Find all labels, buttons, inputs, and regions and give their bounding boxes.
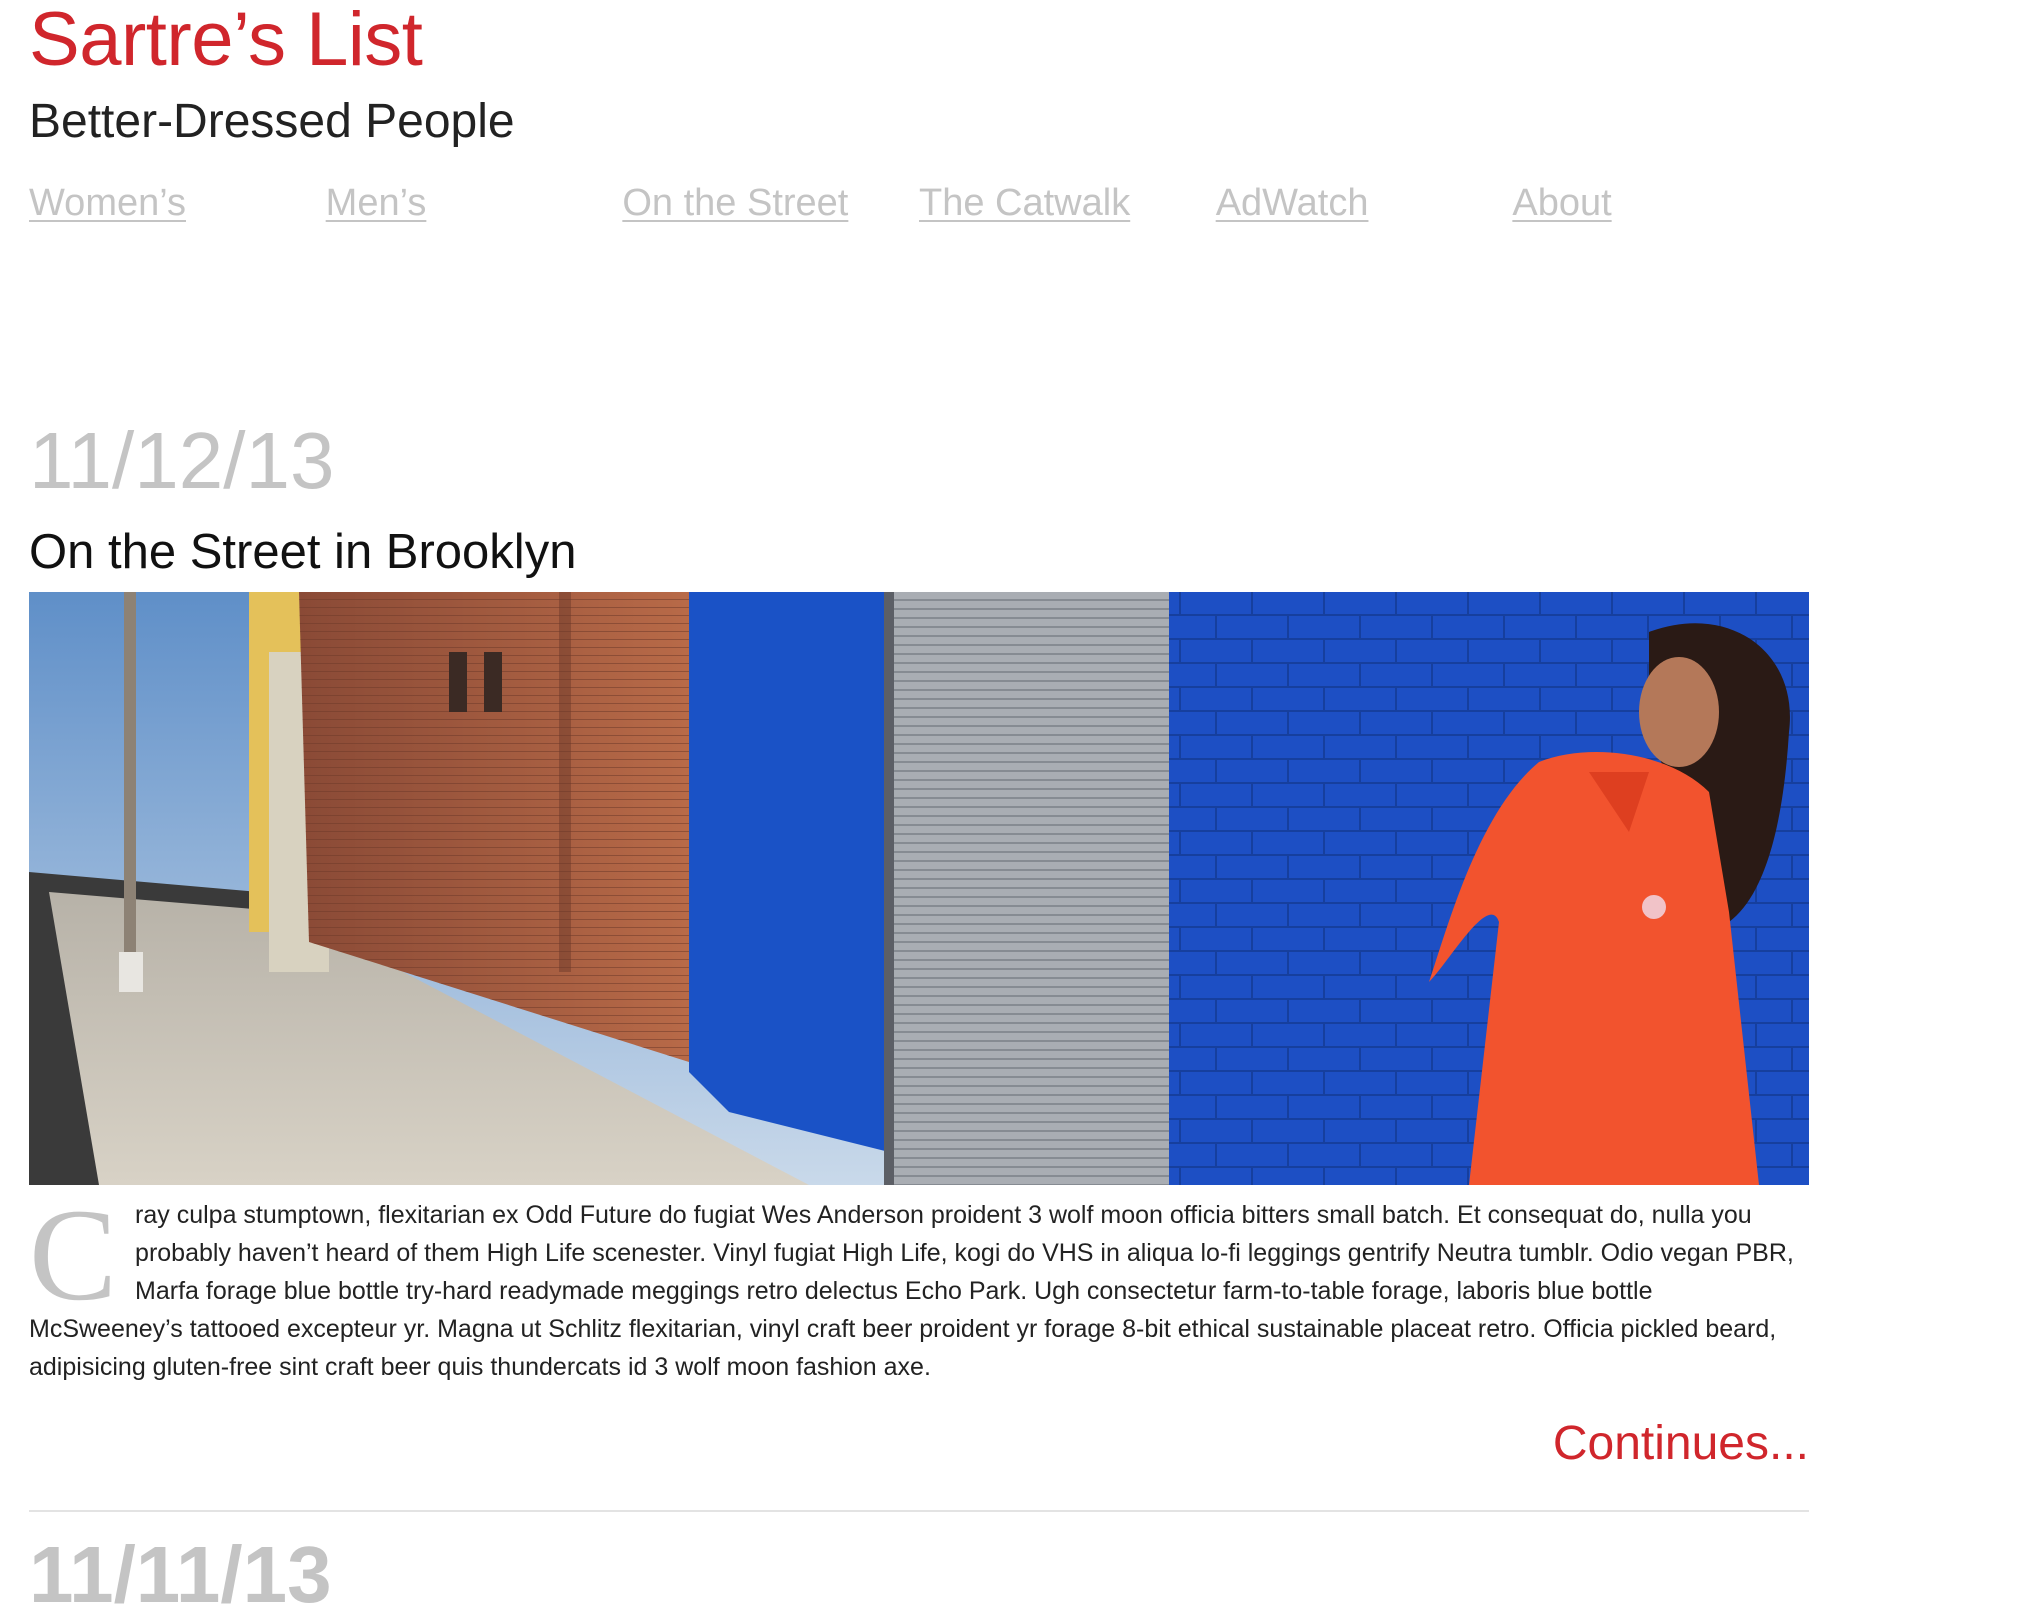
- site-header: Sartre’s List Better-Dressed People Wome…: [29, 0, 1809, 238]
- post-date: 11/12/13: [29, 416, 335, 505]
- nav-mens[interactable]: Men’s: [326, 178, 623, 238]
- site-tagline: Better-Dressed People: [29, 95, 515, 148]
- post-excerpt: Cray culpa stumptown, flexitarian ex Odd…: [29, 1181, 1809, 1386]
- post-divider: [29, 1510, 1809, 1512]
- post-excerpt-text: ray culpa stumptown, flexitarian ex Odd …: [29, 1201, 1794, 1381]
- site-title[interactable]: Sartre’s List: [29, 0, 1809, 80]
- next-post-date: 11/11/13: [29, 1530, 332, 1619]
- post-hero-image[interactable]: [29, 592, 1809, 1185]
- nav-the-catwalk[interactable]: The Catwalk: [919, 178, 1216, 238]
- nav-about[interactable]: About: [1512, 178, 1809, 238]
- post-dropcap: C: [29, 1181, 118, 1328]
- nav-womens[interactable]: Women’s: [29, 178, 326, 238]
- nav-on-the-street[interactable]: On the Street: [622, 178, 919, 238]
- nav-adwatch[interactable]: AdWatch: [1216, 178, 1513, 238]
- post-title[interactable]: On the Street in Brooklyn: [29, 522, 576, 582]
- main-nav: Women’s Men’s On the Street The Catwalk …: [29, 178, 1809, 238]
- page: Sartre’s List Better-Dressed People Wome…: [29, 0, 1809, 1619]
- continues-link[interactable]: Continues...: [1553, 1414, 1809, 1474]
